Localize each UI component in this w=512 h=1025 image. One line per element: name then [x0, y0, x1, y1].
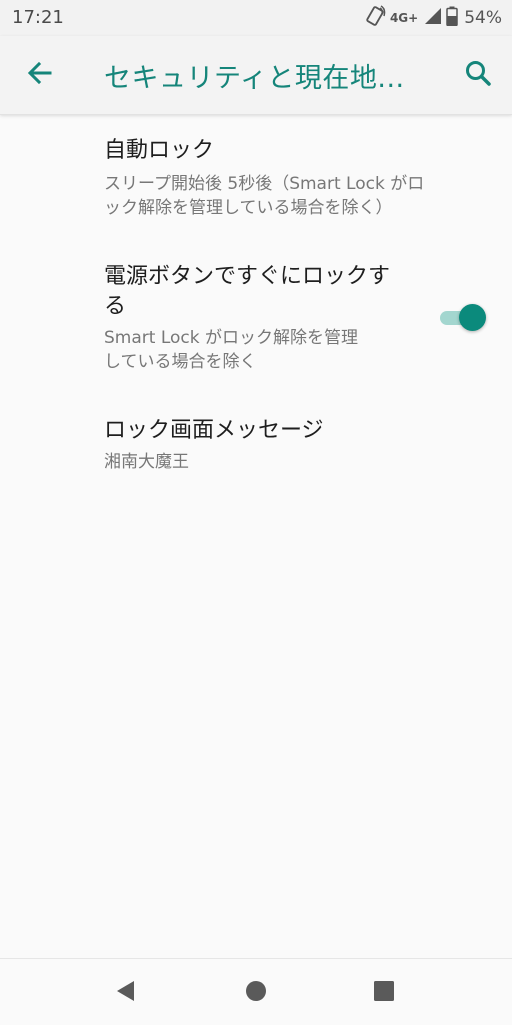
vibrate-icon [364, 5, 386, 31]
pref-power-button-lock[interactable]: 電源ボタンですぐにロックす る Smart Lock がロック解除を管理 してい… [104, 262, 422, 374]
arrow-left-icon [26, 59, 54, 91]
pref-title: 自動ロック [104, 138, 215, 163]
power-button-lock-toggle[interactable] [436, 302, 488, 334]
nav-home-button[interactable] [232, 969, 280, 1017]
search-button[interactable] [454, 51, 502, 99]
status-time: 17:21 [12, 7, 64, 28]
app-bar: セキュリティと現在地... [0, 36, 512, 115]
pref-summary: スリープ開始後 5秒後（Smart Lock がロ ック解除を管理している場合を… [104, 172, 488, 220]
navigation-bar [0, 958, 512, 1025]
pref-title: 電源ボタンですぐにロックす る [104, 262, 422, 322]
pref-summary: 湘南大魔王 [104, 452, 189, 472]
pref-summary-line: スリープ開始後 5秒後（Smart Lock がロ [104, 174, 425, 194]
pref-summary-line: ック解除を管理している場合を除く） [104, 198, 393, 218]
pref-title-line: る [104, 294, 127, 319]
pref-summary: Smart Lock がロック解除を管理 している場合を除く [104, 326, 422, 374]
signal-icon [424, 7, 442, 29]
pref-auto-lock[interactable]: 自動ロック スリープ開始後 5秒後（Smart Lock がロ ック解除を管理し… [104, 136, 488, 220]
pref-title-line: 電源ボタンですぐにロックす [104, 264, 391, 289]
battery-percent: 54% [464, 8, 502, 28]
nav-recents-icon [372, 979, 396, 1007]
battery-icon [446, 6, 458, 30]
toggle-thumb [459, 304, 486, 331]
page-title: セキュリティと現在地... [104, 63, 405, 94]
status-icons: 4G+ 54% [364, 5, 502, 31]
pref-lock-screen-message[interactable]: ロック画面メッセージ 湘南大魔王 [104, 416, 488, 474]
back-button[interactable] [16, 51, 64, 99]
pref-summary-line: している場合を除く [104, 352, 257, 372]
pref-summary-line: Smart Lock がロック解除を管理 [104, 328, 358, 348]
network-type: 4G+ [389, 11, 419, 25]
search-icon [464, 59, 492, 91]
nav-back-icon [114, 979, 138, 1007]
nav-home-icon [244, 979, 268, 1007]
pref-title: ロック画面メッセージ [104, 418, 324, 443]
status-bar: 17:21 4G+ 54% [0, 0, 512, 36]
nav-recents-button[interactable] [360, 969, 408, 1017]
nav-back-button[interactable] [102, 969, 150, 1017]
